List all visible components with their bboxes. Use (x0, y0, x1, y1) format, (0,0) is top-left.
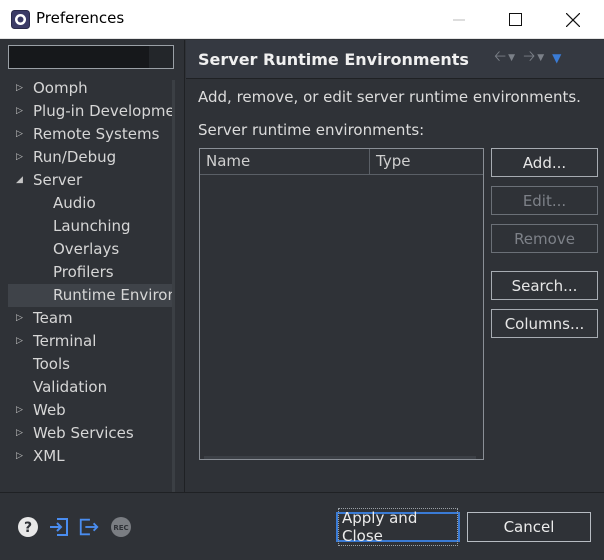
tree-item[interactable]: Profilers (0, 261, 172, 284)
title-bar: Preferences (0, 0, 604, 39)
search-button[interactable]: Search... (491, 271, 598, 300)
tree-item-label: Terminal (33, 332, 97, 350)
cancel-button[interactable]: Cancel (467, 512, 591, 542)
maximize-icon (508, 13, 522, 26)
record-icon[interactable]: REC (110, 516, 132, 538)
column-header-name[interactable]: Name (200, 149, 370, 175)
tree-item-label: Profilers (53, 263, 114, 281)
tree-item[interactable]: Runtime Environments (8, 284, 172, 307)
svg-text:REC: REC (113, 524, 128, 532)
remove-button[interactable]: Remove (491, 224, 598, 253)
tree-item[interactable]: ▷ Web (0, 399, 172, 422)
table-header: Name Type (200, 149, 483, 175)
tree-item-label: Web Services (33, 424, 134, 442)
apply-and-close-button[interactable]: Apply and Close (336, 508, 460, 546)
page-navigation: 🡠 ▼ 🡢 ▼ ▼ (494, 46, 561, 71)
tree-item[interactable]: ▷ XML (0, 445, 172, 468)
tree-item[interactable]: ▷ Oomph (0, 77, 172, 100)
tree-item[interactable]: ◢ Server (0, 169, 172, 192)
back-arrow-icon[interactable]: 🡠 (494, 46, 506, 71)
collapsed-arrow-icon[interactable]: ▷ (16, 146, 23, 169)
help-icon[interactable]: ? (17, 516, 39, 538)
tree-item[interactable]: Overlays (0, 238, 172, 261)
page-description: Add, remove, or edit server runtime envi… (198, 88, 581, 106)
page-title: Server Runtime Environments (198, 50, 469, 69)
filter-box (8, 45, 174, 69)
page-header: Server Runtime Environments 🡠 ▼ 🡢 ▼ ▼ (186, 40, 604, 79)
tree-item-label: Team (33, 309, 73, 327)
close-icon (566, 12, 580, 27)
tree-item[interactable]: ▷ Remote Systems (0, 123, 172, 146)
table-horizontal-scrollbar[interactable] (204, 456, 476, 459)
close-button[interactable] (544, 0, 602, 39)
preference-page: Server Runtime Environments 🡠 ▼ 🡢 ▼ ▼ Ad… (186, 40, 604, 492)
tree-scrollbar[interactable] (172, 80, 175, 526)
tree-item-label: Overlays (53, 240, 120, 258)
tree-item-label: Validation (33, 378, 108, 396)
collapsed-arrow-icon[interactable]: ▷ (16, 399, 23, 422)
dialog-footer: ? REC Apply and Close Cancel (0, 492, 604, 560)
add-button[interactable]: Add... (491, 148, 598, 177)
forward-arrow-icon[interactable]: 🡢 (523, 46, 535, 71)
expanded-arrow-icon[interactable]: ◢ (16, 169, 23, 192)
import-icon[interactable] (48, 516, 70, 538)
tree-item-label: Tools (33, 355, 70, 373)
collapsed-arrow-icon[interactable]: ▷ (16, 77, 23, 100)
collapsed-arrow-icon[interactable]: ▷ (16, 100, 23, 123)
edit-button[interactable]: Edit... (491, 186, 598, 215)
apply-and-close-label: Apply and Close (338, 508, 458, 546)
collapsed-arrow-icon[interactable]: ▷ (16, 445, 23, 468)
maximize-button[interactable] (486, 0, 544, 39)
tree-item[interactable]: ▷ Terminal (0, 330, 172, 353)
tree-item[interactable]: ▷ Team (0, 307, 172, 330)
eclipse-app-icon (11, 10, 30, 29)
tree-item[interactable]: Launching (0, 215, 172, 238)
tree-item-label: Server (33, 171, 83, 189)
minimize-button[interactable] (430, 0, 488, 39)
tree-item[interactable]: ▷ Web Services (0, 422, 172, 445)
forward-dropdown-icon[interactable]: ▼ (537, 53, 544, 63)
collapsed-arrow-icon[interactable]: ▷ (16, 307, 23, 330)
tree-item-label: Plug-in Development (33, 102, 172, 120)
tree-item-label: Launching (53, 217, 131, 235)
collapsed-arrow-icon[interactable]: ▷ (16, 330, 23, 353)
tree-item-label: Audio (53, 194, 96, 212)
environments-table[interactable]: Name Type (199, 148, 484, 460)
tree-item[interactable]: Tools (0, 353, 172, 376)
preferences-sidebar: ▷ Oomph ▷ Plug-in Development ▷ Remote System… (0, 40, 185, 526)
filter-input[interactable] (9, 46, 149, 68)
preferences-tree: ▷ Oomph ▷ Plug-in Development ▷ Remote System… (0, 76, 172, 526)
window-title: Preferences (36, 9, 125, 27)
tree-item[interactable]: ▷ Plug-in Development (0, 100, 172, 123)
filter-clear-area (149, 46, 173, 68)
tree-item-label: Remote Systems (33, 125, 160, 143)
collapsed-arrow-icon[interactable]: ▷ (16, 123, 23, 146)
tree-item[interactable]: ▷ Run/Debug (0, 146, 172, 169)
environments-label: Server runtime environments: (198, 121, 425, 139)
columns-button[interactable]: Columns... (491, 309, 598, 338)
view-menu-icon[interactable]: ▼ (552, 51, 561, 65)
column-header-type[interactable]: Type (370, 149, 483, 175)
minimize-icon (453, 19, 465, 20)
collapsed-arrow-icon[interactable]: ▷ (16, 422, 23, 445)
tree-item-label: Oomph (33, 79, 88, 97)
tree-item[interactable]: Audio (0, 192, 172, 215)
back-dropdown-icon[interactable]: ▼ (508, 53, 515, 63)
tree-item-label: XML (33, 447, 65, 465)
tree-item[interactable]: Validation (0, 376, 172, 399)
svg-text:?: ? (24, 520, 32, 536)
export-icon[interactable] (78, 516, 100, 538)
tree-item-label: Run/Debug (33, 148, 117, 166)
tree-item-label: Web (33, 401, 66, 419)
tree-item-label: Runtime Environments (53, 286, 172, 304)
